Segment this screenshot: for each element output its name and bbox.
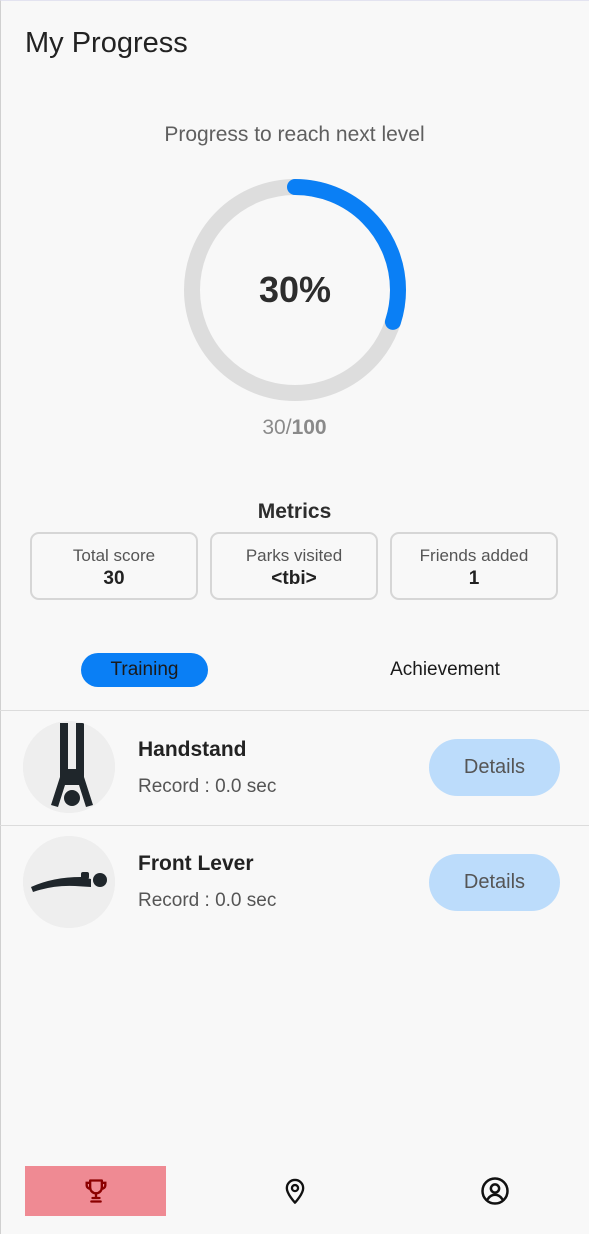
nav-item-progress[interactable]: [25, 1166, 166, 1216]
nav-item-map[interactable]: [265, 1166, 325, 1216]
metric-label: Friends added: [419, 546, 529, 565]
tab-achievement[interactable]: Achievement: [375, 653, 515, 687]
list-item: Front Lever Record : 0.0 sec Details: [0, 826, 589, 940]
bottom-nav: [0, 1166, 589, 1218]
progress-target: 100: [291, 416, 327, 439]
progress-percent: 30%: [258, 269, 332, 310]
tab-training[interactable]: Training: [81, 653, 208, 687]
trophy-icon: [85, 1179, 106, 1203]
metric-label: Parks visited: [245, 546, 343, 565]
metric-card-parks-visited: Parks visited <tbi>: [210, 532, 378, 600]
progress-count: 30/100: [0, 416, 589, 440]
metric-value: 30: [103, 568, 125, 589]
map-pin-icon: [285, 1178, 305, 1204]
user-circle-icon: [481, 1177, 509, 1205]
details-button[interactable]: Details: [429, 854, 560, 911]
metric-card-friends-added: Friends added 1: [390, 532, 558, 600]
metric-label: Total score: [72, 546, 156, 565]
progress-ring: 30%: [181, 176, 409, 404]
metric-card-total-score: Total score 30: [30, 532, 198, 600]
exercise-record: Record : 0.0 sec: [138, 890, 277, 911]
exercise-name: Front Lever: [138, 852, 254, 875]
metric-value: 1: [468, 568, 480, 589]
metric-value: <tbi>: [271, 568, 317, 589]
metrics-title: Metrics: [257, 500, 332, 523]
progress-current: 30/: [262, 416, 292, 439]
exercise-name: Handstand: [138, 738, 247, 761]
front-lever-icon: [23, 836, 115, 928]
exercise-record: Record : 0.0 sec: [138, 776, 277, 797]
progress-caption: Progress to reach next level: [164, 123, 425, 146]
nav-item-profile[interactable]: [465, 1166, 525, 1216]
details-button[interactable]: Details: [429, 739, 560, 796]
handstand-icon: [23, 721, 115, 813]
page-title: My Progress: [25, 27, 188, 59]
list-item: Handstand Record : 0.0 sec Details: [0, 711, 589, 825]
